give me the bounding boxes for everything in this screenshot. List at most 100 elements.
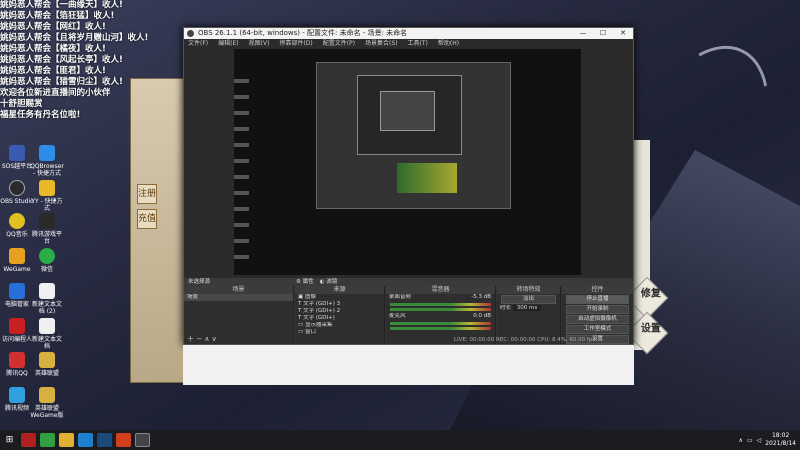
chat-line: 姚妈恶人帮会【橘夜】收人! xyxy=(0,44,106,54)
chat-line: 欢迎各位新进直播间的小伙伴 xyxy=(0,88,111,98)
duration-input[interactable]: 300 ms xyxy=(512,305,542,311)
recursive-preview-core xyxy=(380,91,435,131)
desktop-icon[interactable]: 新建文本文档 xyxy=(30,318,64,350)
title-bar: OBS 26.1.1 (64-bit, windows) - 配置文件: 未命名… xyxy=(184,28,633,39)
desktop-icon[interactable]: QQBrowser - 快捷方式 xyxy=(30,145,64,177)
recursive-preview xyxy=(316,62,511,209)
desktop-icon[interactable]: 英雄联盟 xyxy=(30,352,64,377)
source-item[interactable]: ▭ 显示器采集 xyxy=(295,322,384,329)
menu-view[interactable]: 视图(V) xyxy=(249,39,270,48)
menu-docks[interactable]: 停靠部件(D) xyxy=(279,39,312,48)
scene-item[interactable]: 场景 xyxy=(184,294,293,301)
lol-icon xyxy=(39,387,55,403)
volume-icon[interactable]: ◁ xyxy=(757,437,762,444)
app-taskbar-icon[interactable] xyxy=(21,433,36,447)
source-item[interactable]: T 文字 (GDI+) xyxy=(295,315,384,322)
obs-taskbar-icon[interactable] xyxy=(135,433,150,447)
desktop-icon[interactable]: 访问编程人 xyxy=(0,318,34,343)
status-bar: LIVE: 00:00:00 REC: 00:00:00 CPU: 8.4%, … xyxy=(454,337,596,343)
mixer-track: 桌面音频 -5.3 dB xyxy=(389,294,491,300)
recursive-icons xyxy=(234,79,249,269)
folder-icon[interactable] xyxy=(59,433,74,447)
arrow-up-icon[interactable]: ∧ xyxy=(739,437,743,444)
desktop-icon[interactable]: 腾讯游戏平台 xyxy=(30,213,64,245)
chat-line: 福星任务有丹名位啦! xyxy=(0,110,81,120)
desktop-icon[interactable]: 微信 xyxy=(30,248,64,273)
date: 2021/8/14 xyxy=(765,440,796,447)
app-taskbar-icon[interactable] xyxy=(40,433,55,447)
transition-select[interactable]: 淡出 xyxy=(501,295,556,304)
video-icon xyxy=(9,387,25,403)
taskbar: ⊞ ∧ ▭ ◁ 18:02 2021/8/14 xyxy=(0,430,800,450)
app-taskbar-icon[interactable] xyxy=(116,433,131,447)
preview-canvas[interactable] xyxy=(234,49,581,275)
menu-tools[interactable]: 工具(T) xyxy=(408,39,428,48)
recharge-button[interactable]: 充值 xyxy=(137,209,157,229)
dock-title: 控件 xyxy=(562,286,633,294)
chat-line: 姚妈恶人帮会【箔狂猛】收人! xyxy=(0,11,115,21)
menu-file[interactable]: 文件(F) xyxy=(188,39,208,48)
dock-title: 转场特效 xyxy=(497,286,560,294)
desktop-icon[interactable]: 新建文本文档 (2) xyxy=(30,283,64,315)
close-icon[interactable]: ✕ xyxy=(613,28,633,39)
volume-slider[interactable] xyxy=(390,308,491,311)
chat-line: 姚妈恶人帮会【一曲缘天】收人! xyxy=(0,0,123,10)
desktop-icon[interactable]: 英雄联盟 WeGame版 xyxy=(30,387,64,419)
app-icon xyxy=(9,145,25,161)
text-file-icon xyxy=(39,318,55,334)
network-icon[interactable]: ▭ xyxy=(747,437,753,444)
dock-title: 场景 xyxy=(184,286,293,294)
duration-row: 时长 300 ms xyxy=(497,305,560,312)
text-file-icon xyxy=(39,283,55,299)
studio-mode-button[interactable]: 工作室模式 xyxy=(566,325,629,334)
app-icon xyxy=(9,318,25,334)
source-item[interactable]: ▭ 窗口 xyxy=(295,329,384,336)
chat-line: 姚妈恶人帮会【匪君】收人! xyxy=(0,66,106,76)
chat-overlay: 姚妈恶人帮会【一曲缘天】收人! 姚妈恶人帮会【箔狂猛】收人! 姚妈恶人帮会【网红… xyxy=(0,0,148,121)
volume-slider[interactable] xyxy=(390,327,491,330)
menu-bar: 文件(F) 编辑(E) 视图(V) 停靠部件(D) 配置文件(P) 场景集合(S… xyxy=(184,39,633,48)
filters-button[interactable]: ◐ 滤镜 xyxy=(320,278,338,286)
start-recording-button[interactable]: 开始录制 xyxy=(566,305,629,314)
audio-meter xyxy=(390,303,491,306)
source-item[interactable]: ▣ 图像 xyxy=(295,294,384,301)
menu-scene-collection[interactable]: 场景集合(S) xyxy=(365,39,398,48)
register-button[interactable]: 注册 xyxy=(137,184,157,204)
system-tray: ∧ ▭ ◁ 18:02 2021/8/14 xyxy=(739,430,796,450)
music-icon xyxy=(9,213,25,229)
desktop-icon[interactable]: WeGame xyxy=(0,248,34,273)
dock-title: 混音器 xyxy=(386,286,495,294)
steam-icon[interactable] xyxy=(97,433,112,447)
stop-streaming-button[interactable]: 停止直播 xyxy=(566,295,629,304)
source-item[interactable]: T 文字 (GDI+) 2 xyxy=(295,308,384,315)
lol-icon xyxy=(39,352,55,368)
audio-meter xyxy=(390,322,491,325)
desktop-icon[interactable]: QQ音乐 xyxy=(0,213,34,238)
browser-icon[interactable] xyxy=(78,433,93,447)
desktop-icon[interactable]: 腾讯视频 xyxy=(0,387,34,412)
desktop-icon[interactable]: 腾讯QQ xyxy=(0,352,34,377)
obs-logo-icon xyxy=(187,30,194,37)
launcher-footer xyxy=(183,345,634,385)
docks-area: 未选择源 ⚙ 属性 ◐ 滤镜 场景 场景 ＋ − ∧ ∨ 来源 ▣ 图像 T 文… xyxy=(184,278,633,344)
recursive-mixer xyxy=(397,163,457,193)
menu-profile[interactable]: 配置文件(P) xyxy=(323,39,355,48)
minimize-icon[interactable]: — xyxy=(573,28,593,39)
properties-button[interactable]: ⚙ 属性 xyxy=(296,278,314,286)
time: 18:02 xyxy=(771,432,790,439)
start-icon[interactable]: ⊞ xyxy=(2,433,17,447)
menu-help[interactable]: 帮助(H) xyxy=(438,39,459,48)
source-item[interactable]: T 文字 (GDI+) 3 xyxy=(295,301,384,308)
obs-icon xyxy=(9,180,25,196)
menu-edit[interactable]: 编辑(E) xyxy=(218,39,238,48)
desktop-icon[interactable]: SOS越平台 xyxy=(0,145,34,170)
virtual-camera-button[interactable]: 启动虚拟摄像机 xyxy=(566,315,629,324)
wechat-icon xyxy=(39,248,55,264)
desktop-icon[interactable]: 电脑管家 xyxy=(0,283,34,308)
shield-icon xyxy=(9,283,25,299)
dock-title: 来源 xyxy=(295,286,384,294)
clock[interactable]: 18:02 2021/8/14 xyxy=(765,432,796,448)
desktop-icon[interactable]: YY - 快捷方式 xyxy=(30,180,64,212)
desktop-icon[interactable]: OBS Studio xyxy=(0,180,34,205)
maximize-icon[interactable]: ☐ xyxy=(593,28,613,39)
